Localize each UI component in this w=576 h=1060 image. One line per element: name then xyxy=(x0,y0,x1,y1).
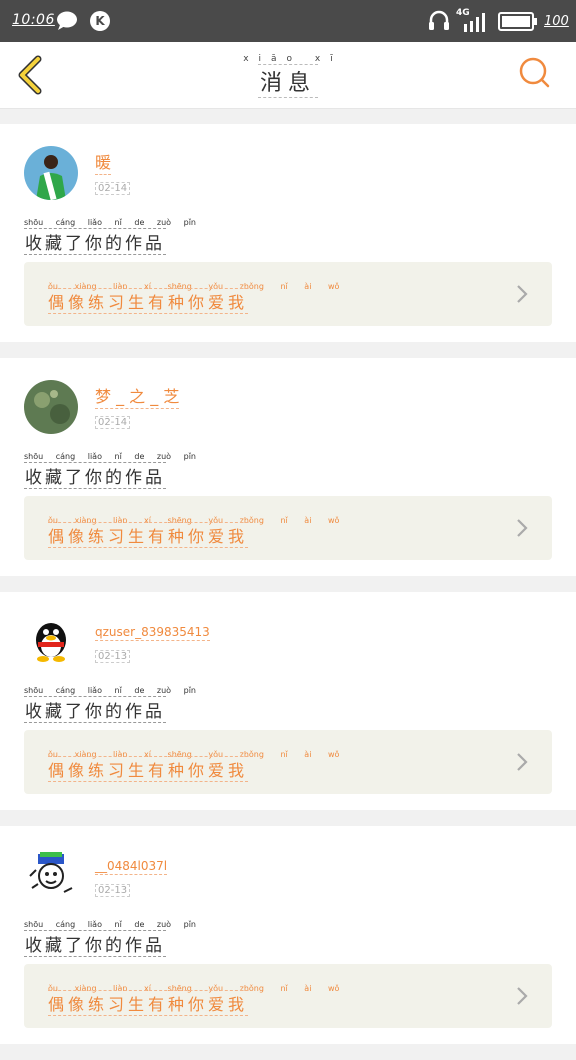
list-item[interactable]: 暖 02-14 shōu cáng liǎo nǐ de zuò pǐn 收藏了… xyxy=(0,124,576,342)
page-title-wrap: xiāo xī 消息 xyxy=(0,54,576,98)
username[interactable]: __0484l037l xyxy=(95,859,168,875)
message-time: 02-14 xyxy=(95,182,131,195)
list-item[interactable]: qzuser_839835413 02-13 shōu cáng liǎo nǐ… xyxy=(0,592,576,810)
header: xiāo xī 消息 xyxy=(0,42,576,109)
avatar[interactable] xyxy=(24,380,78,434)
action-text: 收藏了你的作品 xyxy=(24,696,166,723)
work-title: 偶像练习生有种你爱我 xyxy=(48,522,249,548)
signal-icon xyxy=(464,13,485,32)
list-item[interactable]: 梦 _ 之 _ 芝 02-14 shōu cáng liǎo nǐ de zuò… xyxy=(0,358,576,576)
chevron-right-icon xyxy=(517,987,528,1005)
k-app-icon: K xyxy=(90,11,110,31)
battery-level: 100 xyxy=(544,14,569,29)
username[interactable]: 暖 xyxy=(95,149,112,175)
avatar[interactable] xyxy=(24,614,78,668)
work-link[interactable]: ǒu xiàng liàn xí shēng yǒu zhǒng nǐ ài w… xyxy=(24,730,552,794)
action-pinyin: shōu cáng liǎo nǐ de zuò pǐn xyxy=(24,218,196,227)
search-icon[interactable] xyxy=(518,56,552,90)
work-title: 偶像练习生有种你爱我 xyxy=(48,990,249,1016)
action-text: 收藏了你的作品 xyxy=(24,228,166,255)
work-link[interactable]: ǒu xiàng liàn xí shēng yǒu zhǒng nǐ ài w… xyxy=(24,496,552,560)
chevron-right-icon xyxy=(517,285,528,303)
message-time: 02-13 xyxy=(95,884,131,897)
message-time: 02-14 xyxy=(95,416,131,429)
username[interactable]: 梦 _ 之 _ 芝 xyxy=(95,383,180,409)
avatar[interactable] xyxy=(24,848,78,902)
action-text: 收藏了你的作品 xyxy=(24,930,166,957)
username[interactable]: qzuser_839835413 xyxy=(95,625,210,641)
chat-bubble-icon xyxy=(57,11,77,30)
avatar[interactable] xyxy=(24,146,78,200)
chevron-right-icon xyxy=(517,519,528,537)
work-link[interactable]: ǒu xiàng liàn xí shēng yǒu zhǒng nǐ ài w… xyxy=(24,262,552,326)
action-pinyin: shōu cáng liǎo nǐ de zuò pǐn xyxy=(24,452,196,461)
page-title: 消息 xyxy=(257,64,318,98)
action-pinyin: shōu cáng liǎo nǐ de zuò pǐn xyxy=(24,686,196,695)
battery-icon xyxy=(498,12,537,31)
message-time: 02-13 xyxy=(95,650,131,663)
action-pinyin: shōu cáng liǎo nǐ de zuò pǐn xyxy=(24,920,196,929)
work-title: 偶像练习生有种你爱我 xyxy=(48,756,249,782)
headset-icon xyxy=(429,10,449,30)
status-bar: 10:06 K 4G 100 xyxy=(0,0,576,42)
message-list: 暖 02-14 shōu cáng liǎo nǐ de zuò pǐn 收藏了… xyxy=(0,124,576,1060)
action-text: 收藏了你的作品 xyxy=(24,462,166,489)
work-title: 偶像练习生有种你爱我 xyxy=(48,288,249,314)
work-link[interactable]: ǒu xiàng liàn xí shēng yǒu zhǒng nǐ ài w… xyxy=(24,964,552,1028)
page-title-pinyin: xiāo xī xyxy=(243,54,343,64)
list-item[interactable]: __0484l037l 02-13 shōu cáng liǎo nǐ de z… xyxy=(0,826,576,1044)
status-time: 10:06 xyxy=(12,12,55,28)
chevron-right-icon xyxy=(517,753,528,771)
